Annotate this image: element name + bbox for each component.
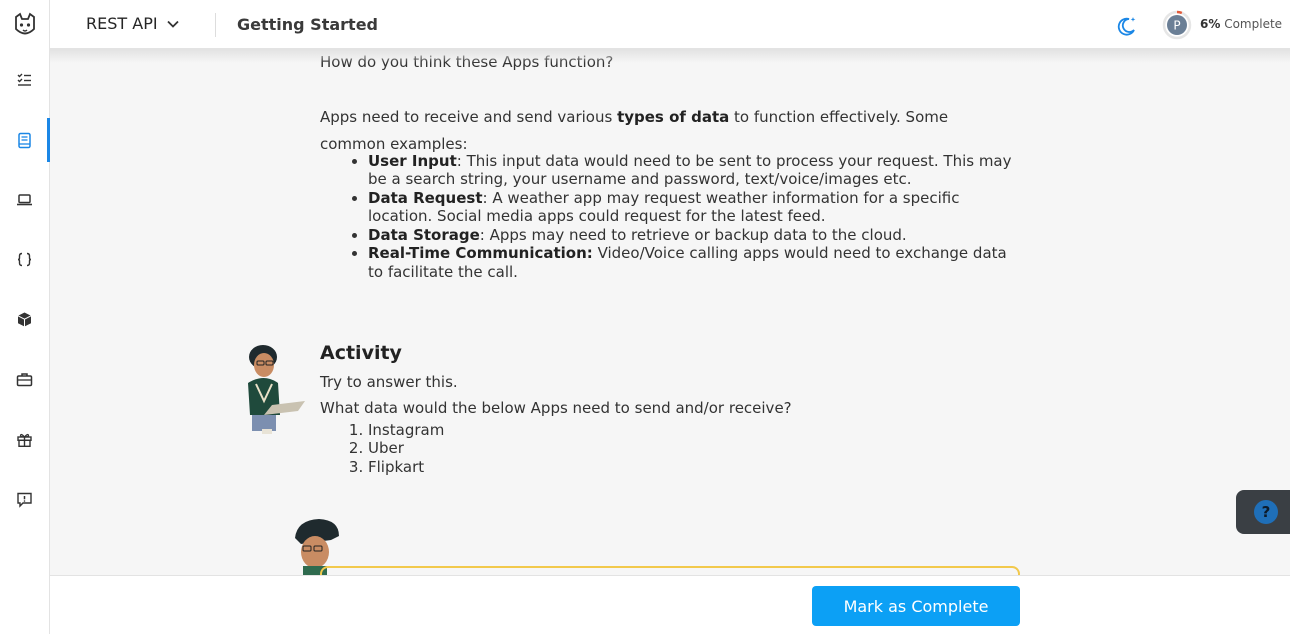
cube-icon[interactable] xyxy=(14,309,34,329)
progress-avatar[interactable]: P xyxy=(1162,10,1192,40)
activity-question: What data would the below Apps need to s… xyxy=(320,399,792,417)
character-with-laptop-image xyxy=(238,339,308,437)
gift-icon[interactable] xyxy=(14,429,34,449)
header-divider xyxy=(215,13,216,37)
section-title: Getting Started xyxy=(237,15,378,34)
list-item: Real-Time Communication: Video/Voice cal… xyxy=(368,244,1018,281)
app-list-item: Flipkart xyxy=(368,458,444,476)
sidebar xyxy=(0,0,50,634)
app-list-item: Instagram xyxy=(368,421,444,439)
briefcase-icon[interactable] xyxy=(14,369,34,389)
apps-list: InstagramUberFlipkart xyxy=(368,421,444,476)
feedback-icon[interactable] xyxy=(14,489,34,509)
list-item-title: Real-Time Communication: xyxy=(368,244,593,263)
intro-bold: types of data xyxy=(617,108,730,126)
book-icon[interactable] xyxy=(14,130,34,150)
progress-suffix: Complete xyxy=(1224,17,1283,31)
header-shadow xyxy=(50,49,1290,63)
course-name: REST API xyxy=(86,14,158,33)
course-selector[interactable]: REST API xyxy=(86,14,180,33)
list-item: Data Request: A weather app may request … xyxy=(368,189,1018,226)
list-item-text: Apps may need to retrieve or backup data… xyxy=(484,225,907,244)
chevron-down-icon xyxy=(166,20,179,28)
avatar-letter: P xyxy=(1173,19,1180,33)
list-item: Data Storage: Apps may need to retrieve … xyxy=(368,226,1018,244)
list-item-text: This input data would need to be sent to… xyxy=(368,152,1012,189)
checklist-icon[interactable] xyxy=(14,69,34,89)
dark-mode-toggle-icon[interactable] xyxy=(1116,14,1138,36)
mark-as-complete-button[interactable]: Mark as Complete xyxy=(812,586,1020,626)
data-types-list: User Input: This input data would need t… xyxy=(368,152,1018,281)
app-list-item: Uber xyxy=(368,439,444,457)
lesson-content: How do you think these Apps function? Ap… xyxy=(50,49,1290,575)
activity-instruction: Try to answer this. xyxy=(320,373,458,391)
active-nav-indicator xyxy=(47,118,50,162)
help-widget[interactable]: ? xyxy=(1236,490,1290,534)
callout-box xyxy=(320,566,1020,575)
list-item-title: Data Request xyxy=(368,188,483,207)
progress-label: 6% Complete xyxy=(1200,17,1282,31)
activity-heading: Activity xyxy=(320,342,402,364)
top-header: REST API Getting Started P 6% Complete xyxy=(50,0,1290,49)
app-logo-icon[interactable] xyxy=(11,11,39,39)
footer-bar: Mark as Complete xyxy=(50,575,1290,634)
braces-icon[interactable] xyxy=(14,249,34,269)
intro-paragraph: Apps need to receive and send various ty… xyxy=(320,108,949,153)
list-item-title: Data Storage xyxy=(368,225,480,244)
laptop-icon[interactable] xyxy=(14,189,34,209)
list-item: User Input: This input data would need t… xyxy=(368,152,1018,189)
list-item-title: User Input xyxy=(368,152,457,170)
progress-percent: 6% xyxy=(1200,17,1221,31)
help-icon: ? xyxy=(1254,500,1278,524)
